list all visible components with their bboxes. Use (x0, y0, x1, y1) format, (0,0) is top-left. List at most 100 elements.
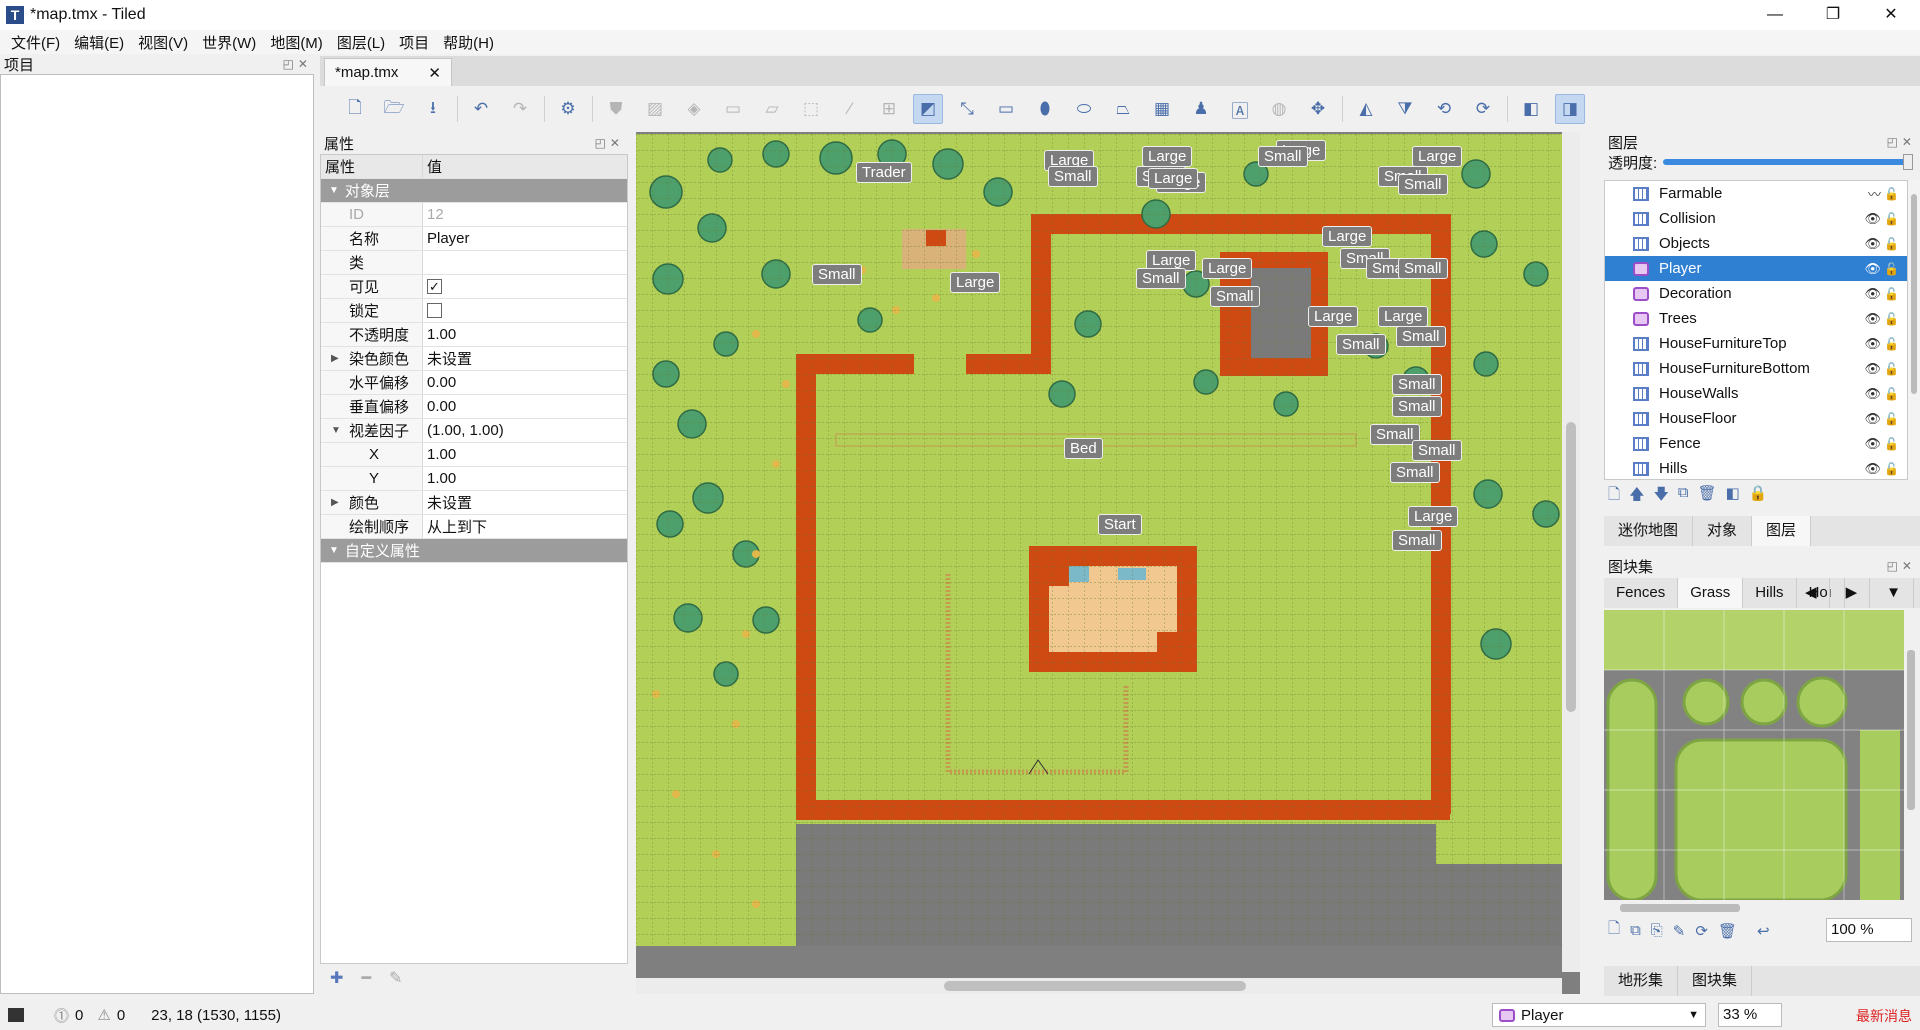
prop-color[interactable]: ▶ 颜色 未设置 (321, 491, 627, 515)
tab-map-tmx[interactable]: *map.tmx ✕ (324, 58, 452, 86)
menu-help[interactable]: 帮助(H) (436, 32, 501, 53)
visibility-icon[interactable]: 👁 (1864, 236, 1881, 252)
lock-icon[interactable]: 🔓 (1884, 412, 1899, 426)
remove-property-icon[interactable]: ━ (361, 968, 371, 988)
visibility-icon[interactable]: 👁 (1864, 311, 1881, 327)
prop-parallax-y[interactable]: Y 1.00 (321, 467, 627, 491)
select-objects-icon[interactable]: ◩ (913, 94, 943, 124)
menu-layer[interactable]: 图层(L) (330, 32, 392, 53)
menu-view[interactable]: 视图(V) (131, 32, 195, 53)
shape-fill-icon[interactable]: ▭ (718, 94, 748, 124)
layer-item-trees[interactable]: Trees 👁 🔓 (1605, 306, 1907, 331)
menu-world[interactable]: 世界(W) (195, 32, 263, 53)
tileset-zoom-select[interactable]: 100 % (1826, 918, 1912, 942)
lock-icon[interactable]: 🔓 (1884, 187, 1899, 201)
layer-item-house-floor[interactable]: HouseFloor 👁 🔓 (1605, 406, 1907, 431)
new-file-icon[interactable]: 🗋 (340, 94, 370, 124)
prop-tint-color[interactable]: ▶ 染色颜色 未设置 (321, 347, 627, 371)
map-label[interactable]: Large (1322, 226, 1373, 247)
map-horizontal-scrollbar[interactable] (636, 978, 1562, 994)
map-label[interactable]: Large (1308, 306, 1359, 327)
dock-buttons[interactable]: ◰✕ (1887, 559, 1916, 573)
insert-rectangle-icon[interactable]: ▭ (991, 94, 1021, 124)
new-tileset-icon[interactable]: 🗋 (1608, 918, 1620, 943)
map-label[interactable]: Large (1378, 306, 1429, 327)
visibility-icon[interactable]: 👁 (1864, 261, 1881, 277)
layer-item-collision[interactable]: Collision 👁 🔓 (1605, 206, 1907, 231)
refresh-tileset-icon[interactable]: ⟳ (1695, 922, 1708, 940)
map-label[interactable]: Small (1390, 462, 1440, 483)
map-zoom-select[interactable]: 33 % (1718, 1003, 1782, 1027)
visibility-icon[interactable]: 👁 (1864, 411, 1881, 427)
tab-minimap[interactable]: 迷你地图 (1604, 516, 1694, 546)
magic-wand-icon[interactable]: ⁄ (835, 94, 865, 124)
map-label[interactable]: Small (1136, 268, 1186, 289)
layer-item-decoration[interactable]: Decoration 👁 🔓 (1605, 281, 1907, 306)
chevron-down-icon[interactable]: ▼ (1874, 578, 1914, 608)
project-tree[interactable] (0, 74, 314, 994)
current-layer-select[interactable]: Player ▼ (1492, 1003, 1706, 1027)
world-tool-icon[interactable]: ◍ (1264, 94, 1294, 124)
lock-icon[interactable]: 🔓 (1884, 237, 1899, 251)
bucket-fill-icon[interactable]: ◈ (679, 94, 709, 124)
prop-opacity[interactable]: 不透明度 1.00 (321, 323, 627, 347)
map-label[interactable]: Small (1392, 374, 1442, 395)
menu-project[interactable]: 项目 (392, 32, 436, 53)
close-tab-icon[interactable]: ✕ (428, 64, 441, 82)
save-file-icon[interactable]: ⭳ (418, 94, 448, 124)
map-label[interactable]: Small (1398, 258, 1448, 279)
map-label[interactable]: Large (1148, 168, 1199, 189)
map-label[interactable]: Small (1392, 396, 1442, 417)
rename-property-icon[interactable]: ✎ (389, 968, 402, 988)
insert-tile-icon[interactable]: ▦ (1147, 94, 1177, 124)
lower-layer-icon[interactable]: 🡇 (1653, 484, 1668, 509)
prop-parallax[interactable]: ▼ 视差因子 (1.00, 1.00) (321, 419, 627, 443)
show-hide-others-icon[interactable]: ◧ (1726, 484, 1740, 509)
layer-list-scrollbar[interactable] (1908, 180, 1920, 480)
prop-draw-order[interactable]: 绘制顺序 从上到下 (321, 515, 627, 539)
layer-item-objects[interactable]: Objects 👁 🔓 (1605, 231, 1907, 256)
tab-tilesets[interactable]: 图块集 (1678, 966, 1753, 996)
prop-offset-x[interactable]: 水平偏移 0.00 (321, 371, 627, 395)
rotate-left-icon[interactable]: ⟲ (1429, 94, 1459, 124)
new-layer-icon[interactable]: 🗋 (1608, 484, 1620, 509)
insert-ellipse-icon[interactable]: ⬭ (1069, 94, 1099, 124)
layer-item-hills[interactable]: Hills 👁 🔓 (1605, 456, 1907, 479)
map-label-bed[interactable]: Bed (1064, 438, 1103, 459)
edit-polygons-icon[interactable]: ⤡ (952, 94, 982, 124)
dynamic-wrap-icon[interactable]: ↩ (1757, 922, 1770, 940)
map-label[interactable]: Small (1398, 174, 1448, 195)
lock-layer-icon[interactable]: 🔒 (1749, 484, 1768, 509)
prop-offset-y[interactable]: 垂直偏移 0.00 (321, 395, 627, 419)
duplicate-layer-icon[interactable]: ⧉ (1678, 484, 1689, 509)
map-label[interactable]: Large (1408, 506, 1459, 527)
dock-buttons[interactable]: ◰✕ (595, 136, 624, 150)
lock-icon[interactable]: 🔓 (1884, 212, 1899, 226)
highlight-layer-icon[interactable]: ◧ (1516, 94, 1546, 124)
visibility-icon[interactable]: 👁 (1864, 286, 1881, 302)
map-label[interactable]: Small (1392, 530, 1442, 551)
dock-buttons[interactable]: ◰✕ (283, 57, 312, 71)
chevron-left-icon[interactable]: ◀ (1793, 578, 1830, 608)
map-label[interactable]: Small (812, 264, 862, 285)
lock-icon[interactable]: 🔓 (1884, 337, 1899, 351)
flip-vertical-icon[interactable]: ⧩ (1390, 94, 1420, 124)
move-icon[interactable]: ✥ (1303, 94, 1333, 124)
edit-tileset-icon[interactable]: ✎ (1673, 922, 1686, 940)
visibility-icon[interactable]: 👁 (1864, 461, 1881, 477)
tileset-vertical-scrollbar[interactable] (1904, 610, 1918, 900)
warning-icon[interactable]: ⚠ (97, 1006, 110, 1024)
flip-horizontal-icon[interactable]: ◭ (1351, 94, 1381, 124)
lock-icon[interactable]: 🔓 (1884, 462, 1899, 476)
map-label[interactable]: Small (1412, 440, 1462, 461)
prop-locked[interactable]: 锁定 (321, 299, 627, 323)
map-label-trader[interactable]: Trader (856, 162, 912, 183)
lock-icon[interactable]: 🔓 (1884, 387, 1899, 401)
lock-icon[interactable]: 🔓 (1884, 262, 1899, 276)
tileset-view[interactable] (1604, 610, 1904, 900)
insert-text-icon[interactable]: 🄰 (1225, 94, 1255, 124)
show-layer-only-icon[interactable]: ◨ (1555, 94, 1585, 124)
eraser-icon[interactable]: ▱ (757, 94, 787, 124)
layer-item-house-furniture-bottom[interactable]: HouseFurnitureBottom 👁 🔓 (1605, 356, 1907, 381)
visibility-icon[interactable]: 👁 (1864, 436, 1881, 452)
